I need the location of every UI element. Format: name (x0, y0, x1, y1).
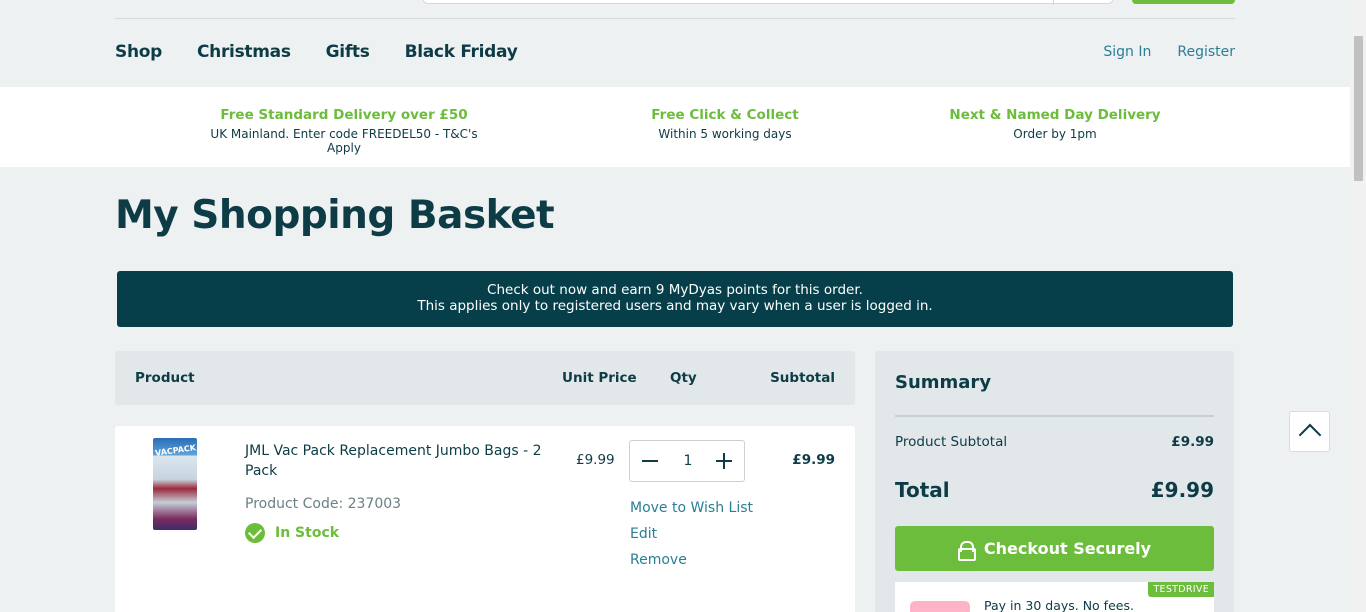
increase-quantity-button[interactable] (704, 441, 744, 481)
points-banner-line1: Check out now and earn 9 MyDyas points f… (487, 282, 863, 298)
check-circle-icon (245, 523, 265, 543)
total-value: £9.99 (1150, 478, 1214, 502)
move-to-wishlist-link[interactable]: Move to Wish List (630, 499, 753, 518)
unit-price: £9.99 (576, 452, 615, 468)
klarna-logo (910, 601, 970, 612)
stock-status-label: In Stock (275, 525, 340, 541)
product-name-link[interactable]: JML Vac Pack Replacement Jumbo Bags - 2 … (245, 441, 555, 481)
sign-in-link[interactable]: Sign In (1103, 44, 1151, 60)
search-divider (1053, 0, 1054, 5)
edit-link[interactable]: Edit (630, 525, 753, 544)
checkout-button-label: Checkout Securely (983, 539, 1152, 558)
benefit-click-collect: Free Click & Collect Within 5 working da… (620, 107, 830, 141)
search-button[interactable] (1132, 0, 1235, 4)
header-divider (115, 18, 1235, 19)
column-header-unit-price: Unit Price (562, 370, 637, 386)
summary-divider (895, 415, 1214, 417)
nav-item-shop[interactable]: Shop (115, 42, 162, 62)
total-label: Total (895, 478, 950, 502)
main-nav: Shop Christmas Gifts Black Friday (115, 42, 552, 62)
benefit-subtitle: Within 5 working days (658, 127, 792, 141)
basket-table-header: Product Unit Price Qty Subtotal (115, 351, 855, 405)
page-scrollbar[interactable] (1350, 0, 1366, 612)
summary-title: Summary (895, 372, 992, 393)
quantity-stepper (629, 440, 745, 482)
klarna-text: Pay in 30 days. No fees. (984, 598, 1134, 612)
item-subtotal: £9.99 (792, 452, 835, 468)
delivery-benefits-bar: Free Standard Delivery over £50 UK Mainl… (0, 87, 1350, 167)
checkout-securely-button[interactable]: Checkout Securely (895, 526, 1214, 571)
back-to-top-button[interactable] (1289, 411, 1330, 452)
page-title: My Shopping Basket (115, 193, 555, 238)
product-subtotal-label: Product Subtotal (895, 434, 1008, 450)
account-links: Sign In Register (1103, 44, 1235, 60)
testdrive-badge: TESTDRIVE (1148, 582, 1214, 597)
register-link[interactable]: Register (1177, 44, 1235, 60)
search-input[interactable] (422, 0, 1114, 5)
basket-item-row: VACPACK JML Vac Pack Replacement Jumbo B… (115, 426, 855, 612)
benefit-title: Free Click & Collect (651, 107, 799, 123)
benefit-subtitle: UK Mainland. Enter code FREEDEL50 - T&C'… (210, 127, 478, 155)
klarna-promo: Pay in 30 days. No fees. TESTDRIVE (895, 582, 1214, 612)
product-subtotal-value: £9.99 (1171, 434, 1214, 450)
nav-item-gifts[interactable]: Gifts (326, 42, 370, 62)
points-banner: Check out now and earn 9 MyDyas points f… (117, 271, 1233, 327)
nav-item-christmas[interactable]: Christmas (197, 42, 291, 62)
benefit-title: Free Standard Delivery over £50 (220, 107, 468, 123)
quantity-input[interactable] (670, 449, 706, 473)
order-summary: Summary Product Subtotal £9.99 Total £9.… (875, 351, 1234, 612)
benefit-title: Next & Named Day Delivery (949, 107, 1161, 123)
remove-link[interactable]: Remove (630, 551, 753, 570)
points-banner-line2: This applies only to registered users an… (417, 298, 933, 314)
stock-status: In Stock (245, 523, 339, 543)
product-code: Product Code: 237003 (245, 496, 402, 512)
scrollbar-thumb[interactable] (1354, 36, 1363, 181)
column-header-qty: Qty (670, 370, 697, 386)
item-actions: Move to Wish List Edit Remove (630, 499, 753, 577)
lock-icon (957, 540, 976, 561)
decrease-quantity-button[interactable] (630, 441, 670, 481)
column-header-product: Product (135, 370, 195, 386)
site-logo[interactable] (115, 0, 380, 6)
benefit-subtitle: Order by 1pm (1013, 127, 1097, 141)
benefit-next-day: Next & Named Day Delivery Order by 1pm (940, 107, 1170, 141)
product-image[interactable]: VACPACK (153, 438, 197, 530)
nav-item-black-friday[interactable]: Black Friday (405, 42, 518, 62)
benefit-free-delivery: Free Standard Delivery over £50 UK Mainl… (196, 107, 492, 155)
column-header-subtotal: Subtotal (770, 370, 835, 386)
